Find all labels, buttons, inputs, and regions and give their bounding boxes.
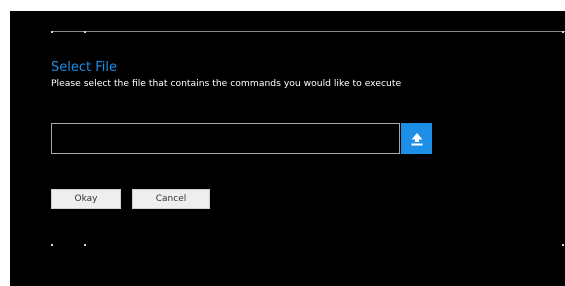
corner-dot	[562, 31, 564, 33]
upload-icon	[411, 132, 422, 145]
corner-dot	[51, 31, 53, 33]
dialog-subtitle: Please select the file that contains the…	[51, 78, 402, 89]
corner-dot	[562, 244, 564, 246]
okay-button[interactable]: Okay	[51, 189, 121, 209]
upload-button[interactable]	[401, 123, 432, 154]
select-file-dialog: Select File Please select the file that …	[10, 11, 565, 286]
corner-dot	[84, 31, 86, 33]
corner-dot	[51, 244, 53, 246]
cancel-button[interactable]: Cancel	[132, 189, 210, 209]
file-path-input[interactable]	[51, 123, 400, 154]
dialog-title: Select File	[51, 60, 117, 75]
top-divider	[51, 31, 565, 32]
corner-dot	[84, 244, 86, 246]
